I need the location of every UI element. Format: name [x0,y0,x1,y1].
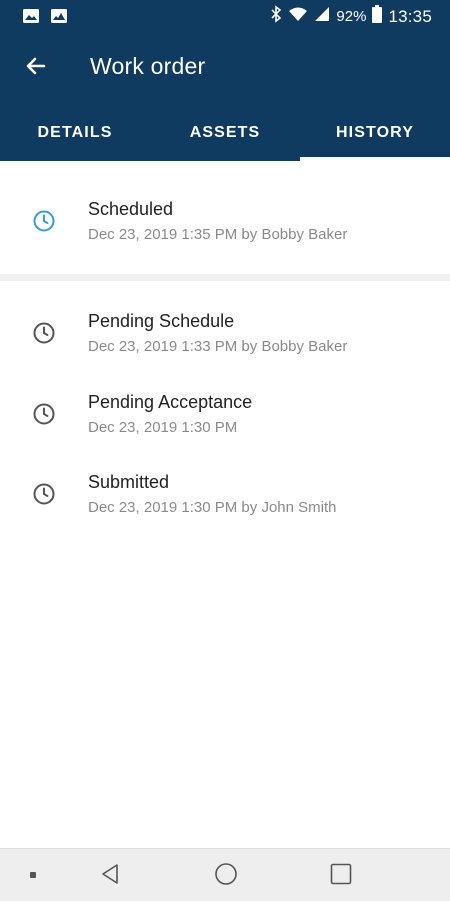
history-title: Pending Schedule [88,311,235,331]
wifi-icon [288,6,308,27]
history-title: Submitted [88,472,170,492]
current-status-item: Scheduled Dec 23, 2019 1:35 PM by Bobby … [0,199,450,259]
back-arrow-icon [24,54,48,83]
tab-label: DETAILS [37,123,113,141]
tab-assets[interactable]: ASSETS [150,104,300,161]
history-subtitle: Dec 23, 2019 1:33 PM by Bobby Baker [88,338,348,355]
system-nav-bar [0,848,450,901]
nav-recents-button[interactable] [326,861,356,891]
status-bar-system: 92% 13:35 [270,5,432,28]
clock-icon [32,321,56,345]
nav-home-button[interactable] [211,861,241,891]
history-subtitle: Dec 23, 2019 1:30 PM [88,419,238,436]
tab-bar: DETAILS ASSETS HISTORY [0,104,450,161]
nav-back-button[interactable] [95,861,125,891]
status-bar: 92% 13:35 [0,0,450,32]
status-title: Scheduled [88,199,174,219]
back-triangle-icon [98,862,122,891]
status-subtitle: Dec 23, 2019 1:35 PM by Bobby Baker [88,226,348,243]
page-title: Work order [90,53,206,79]
history-subtitle: Dec 23, 2019 1:30 PM by John Smith [88,499,337,516]
list-item: Submitted Dec 23, 2019 1:30 PM by John S… [0,472,450,532]
back-button[interactable] [18,50,54,86]
battery-percent: 92% [336,8,367,25]
menu-dot-icon [28,867,38,885]
current-status-card: Scheduled Dec 23, 2019 1:35 PM by Bobby … [0,161,450,274]
battery-icon [372,5,383,28]
image-icon [22,8,40,29]
bluetooth-icon [270,5,282,28]
history-title: Pending Acceptance [88,392,253,412]
tab-label: ASSETS [189,123,261,141]
menu-dot-button[interactable] [18,861,48,891]
tab-history[interactable]: HISTORY [300,104,450,161]
tab-label: HISTORY [336,123,414,141]
clock-icon [32,209,56,233]
status-bar-notifications [22,8,68,29]
section-divider [0,274,450,281]
recents-square-icon [329,862,353,891]
app-bar: Work order [0,32,450,104]
clock-icon [32,402,56,426]
home-circle-icon [214,862,238,891]
clock-time: 13:35 [388,6,432,26]
photo-icon [50,8,68,29]
clock-icon [32,482,56,506]
tab-details[interactable]: DETAILS [0,104,150,161]
list-item: Pending Acceptance Dec 23, 2019 1:30 PM [0,392,450,452]
signal-icon [314,6,330,27]
list-item: Pending Schedule Dec 23, 2019 1:33 PM by… [0,311,450,371]
